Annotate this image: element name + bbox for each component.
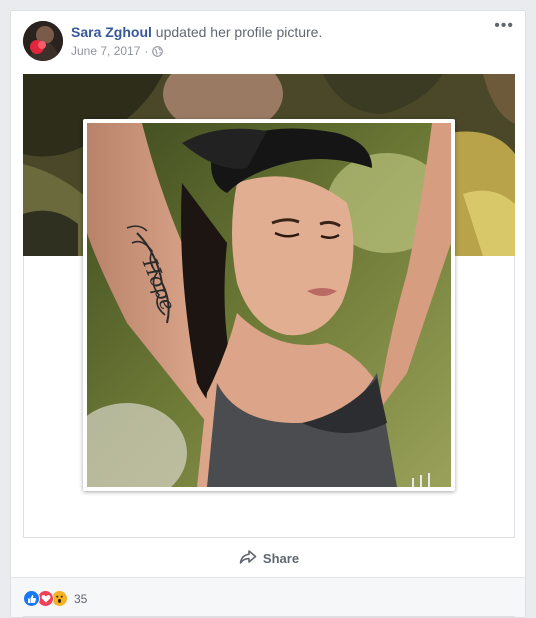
author-name-link[interactable]: Sara Zghoul: [71, 24, 152, 40]
reaction-count[interactable]: 35: [74, 592, 87, 606]
post-action-text: updated her profile picture.: [155, 24, 323, 40]
footer-divider: [23, 616, 515, 617]
profile-picture[interactable]: Hope: [83, 119, 455, 491]
share-arrow-icon: [239, 549, 257, 568]
globe-icon[interactable]: [152, 45, 164, 57]
profile-photo-image: Hope: [87, 123, 451, 487]
post-date-link[interactable]: June 7, 2017: [71, 44, 140, 58]
avatar-image: [23, 21, 63, 61]
share-button[interactable]: Share: [11, 543, 525, 573]
reactions-summary[interactable]: 35: [23, 590, 87, 607]
reactions-footer: 35: [11, 577, 525, 617]
share-label: Share: [262, 550, 300, 566]
more-options-button[interactable]: •••: [494, 18, 514, 34]
post-meta: June 7, 2017 ·: [71, 44, 164, 58]
post-card: Sara Zghoul updated her profile picture.…: [10, 10, 526, 618]
author-avatar[interactable]: [23, 21, 63, 61]
meta-separator: ·: [144, 44, 149, 58]
like-reaction-icon: [23, 590, 40, 607]
post-headline: Sara Zghoul updated her profile picture.: [71, 24, 322, 40]
